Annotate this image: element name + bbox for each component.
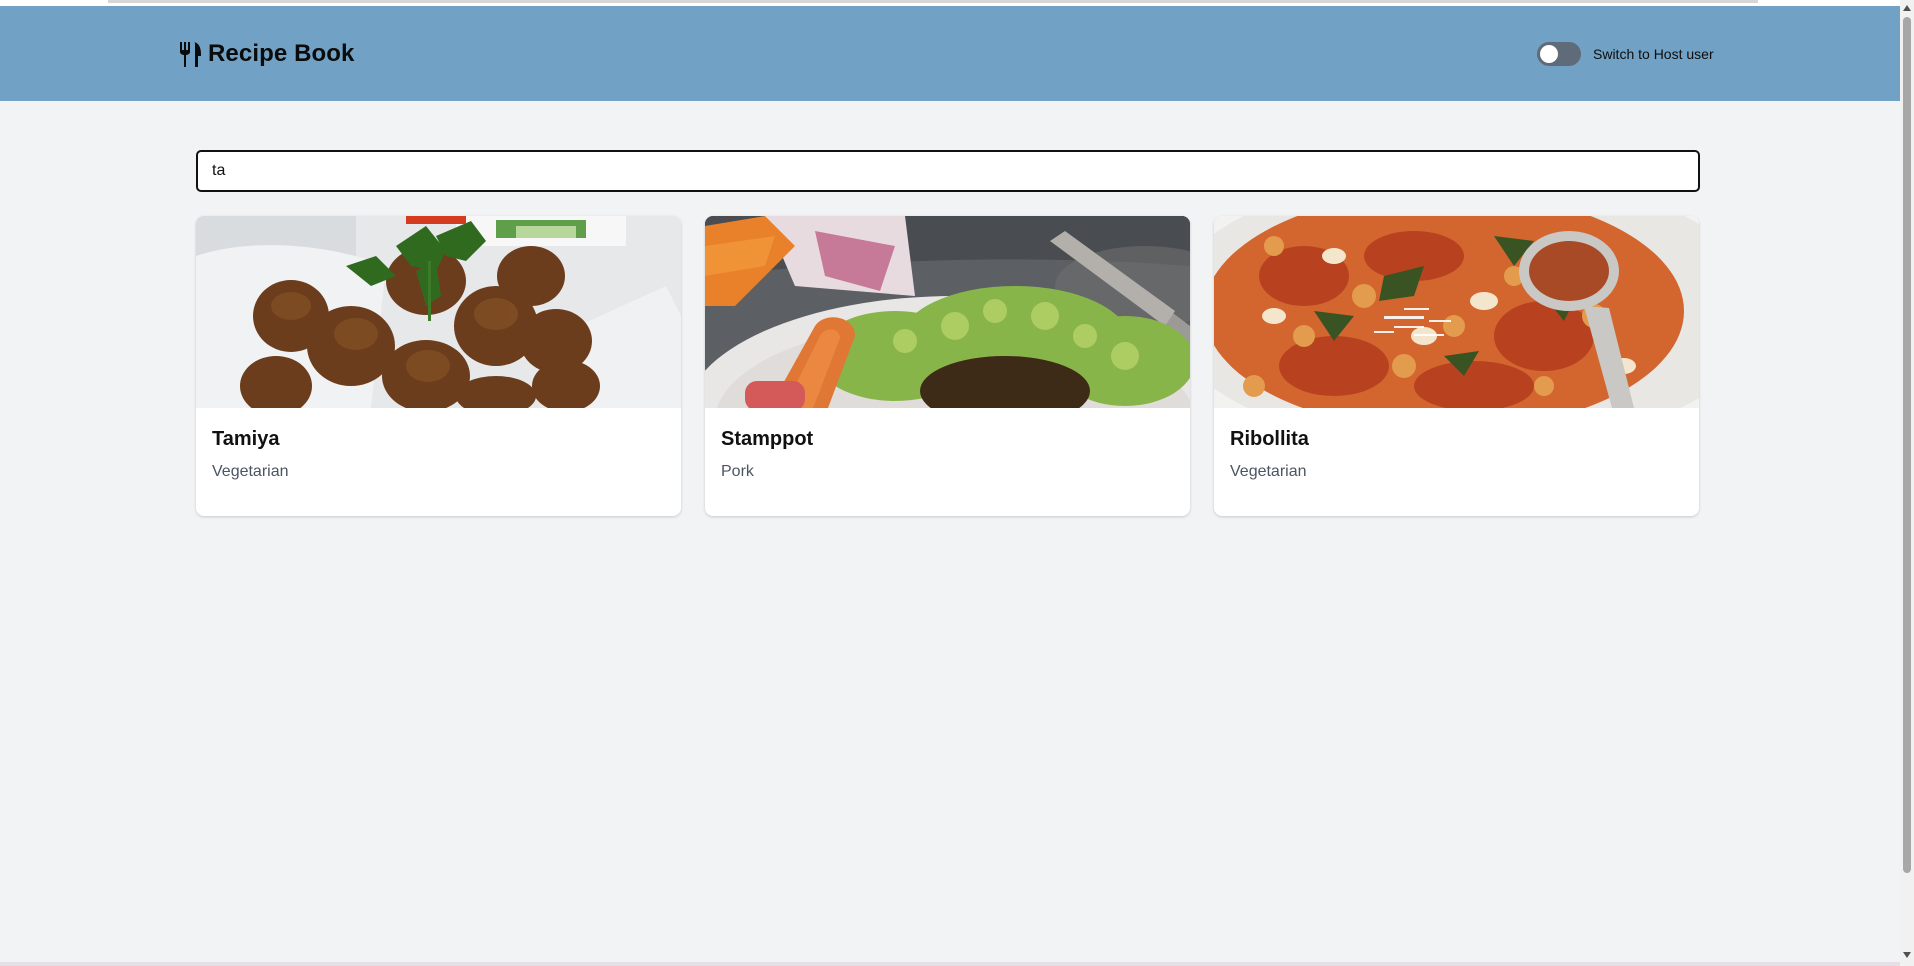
recipe-card[interactable]: Ribollita Vegetarian [1214, 216, 1699, 516]
app-title: Recipe Book [208, 40, 355, 67]
scroll-down-icon[interactable] [1903, 952, 1911, 958]
brand[interactable]: Recipe Book [178, 40, 354, 68]
host-user-toggle[interactable]: Switch to Host user [1537, 42, 1714, 66]
recipe-name: Tamiya [212, 428, 280, 450]
page-scrollbar[interactable] [1900, 0, 1914, 966]
recipe-category: Vegetarian [212, 463, 289, 480]
search-input[interactable] [196, 150, 1700, 192]
toggle-label: Switch to Host user [1593, 46, 1714, 62]
fork-knife-icon [178, 40, 204, 68]
browser-chrome-edge [108, 0, 1758, 3]
recipe-card[interactable]: Stamppot Pork [705, 216, 1190, 516]
recipe-image-ribollita [1214, 216, 1699, 408]
recipe-list: Tamiya Vegetarian Stamppot Pork Ribollit… [196, 216, 1700, 516]
toggle-switch[interactable] [1537, 42, 1581, 66]
scroll-up-icon[interactable] [1903, 5, 1911, 11]
toggle-knob [1540, 45, 1558, 63]
window-bottom-edge [0, 962, 1900, 966]
recipe-category: Pork [721, 463, 754, 480]
recipe-image-tamiya [196, 216, 681, 408]
recipe-image-stamppot [705, 216, 1190, 408]
app-header: Recipe Book Switch to Host user [0, 6, 1900, 101]
recipe-card[interactable]: Tamiya Vegetarian [196, 216, 681, 516]
recipe-name: Ribollita [1230, 428, 1309, 450]
recipe-name: Stamppot [721, 428, 814, 450]
recipe-category: Vegetarian [1230, 463, 1307, 480]
scroll-thumb[interactable] [1903, 17, 1911, 873]
